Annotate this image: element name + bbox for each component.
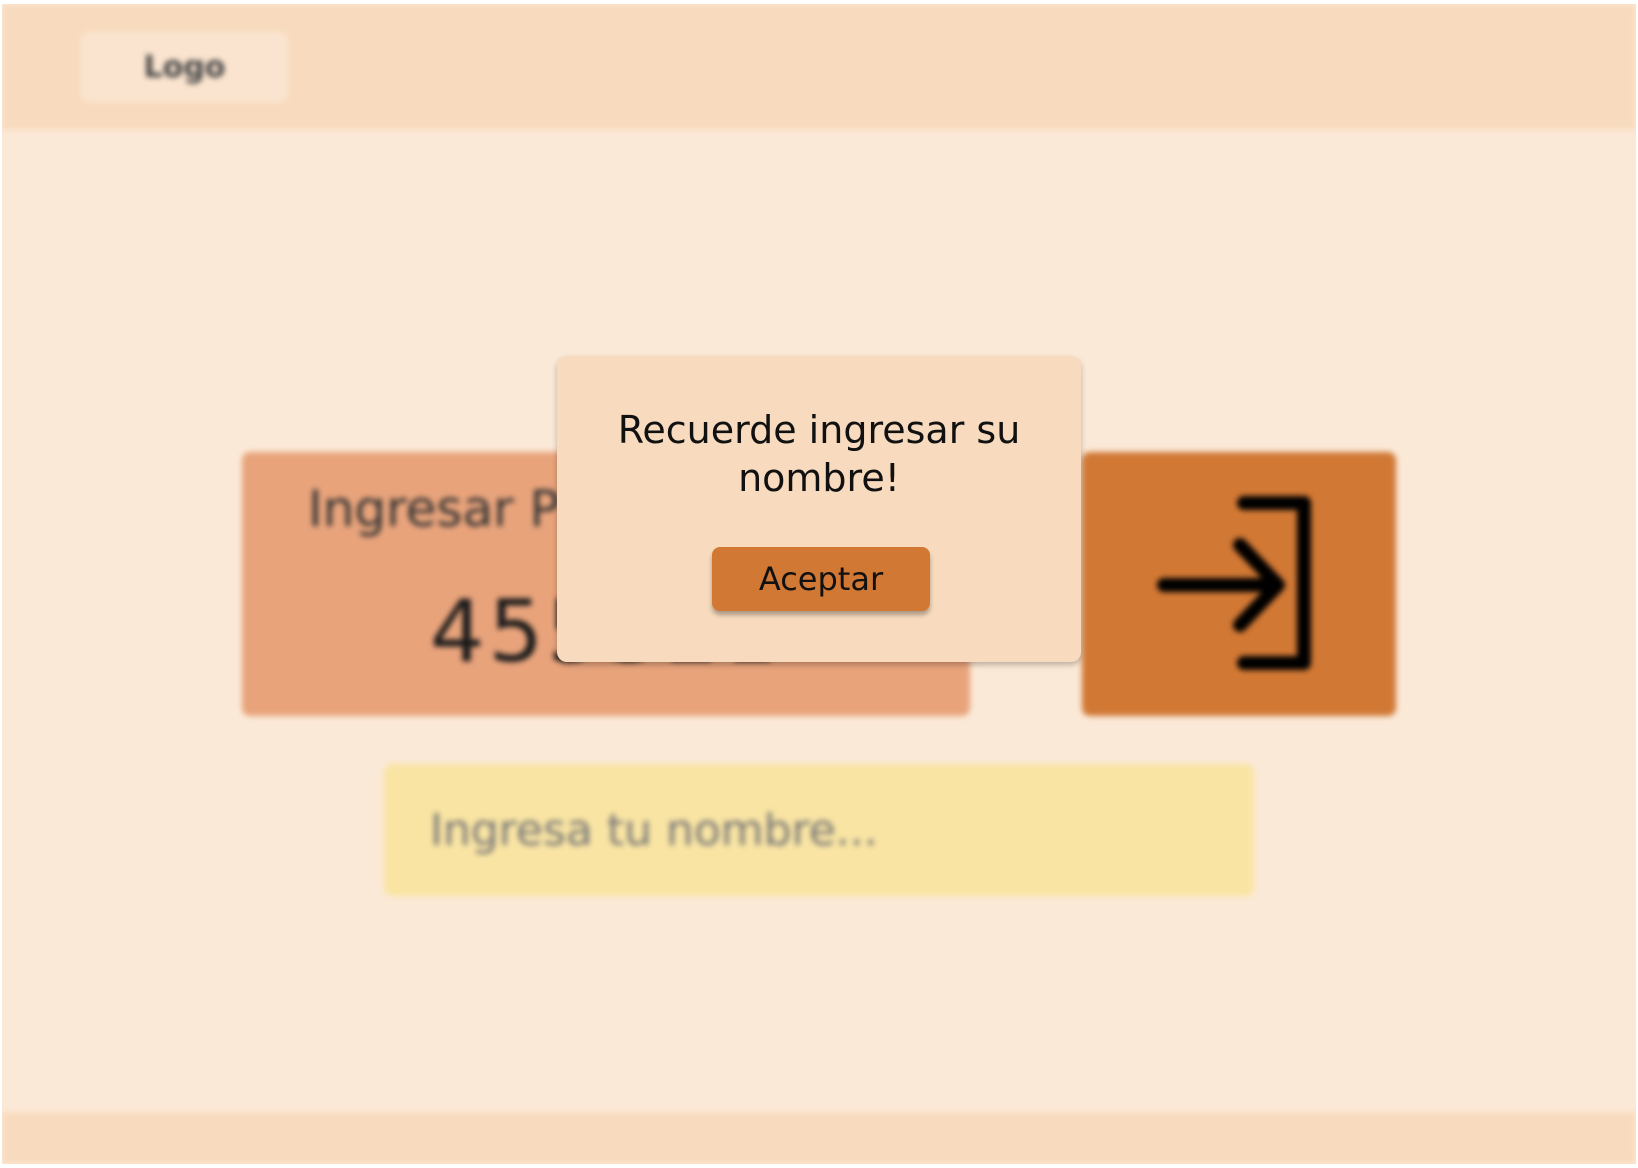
footer <box>2 1112 1636 1164</box>
dialog-message: Recuerde ingresar su nombre! <box>617 408 1021 500</box>
accept-button[interactable]: Aceptar <box>712 547 930 611</box>
name-input[interactable] <box>384 764 1254 896</box>
header: Logo <box>2 4 1636 130</box>
login-icon <box>1157 496 1311 670</box>
reminder-dialog: Recuerde ingresar su nombre! Aceptar <box>557 356 1081 662</box>
logo[interactable]: Logo <box>81 32 288 102</box>
screen: Logo Ingresar PIN 455321 Recuerde ingres… <box>2 4 1636 1164</box>
enter-button[interactable] <box>1082 452 1396 716</box>
